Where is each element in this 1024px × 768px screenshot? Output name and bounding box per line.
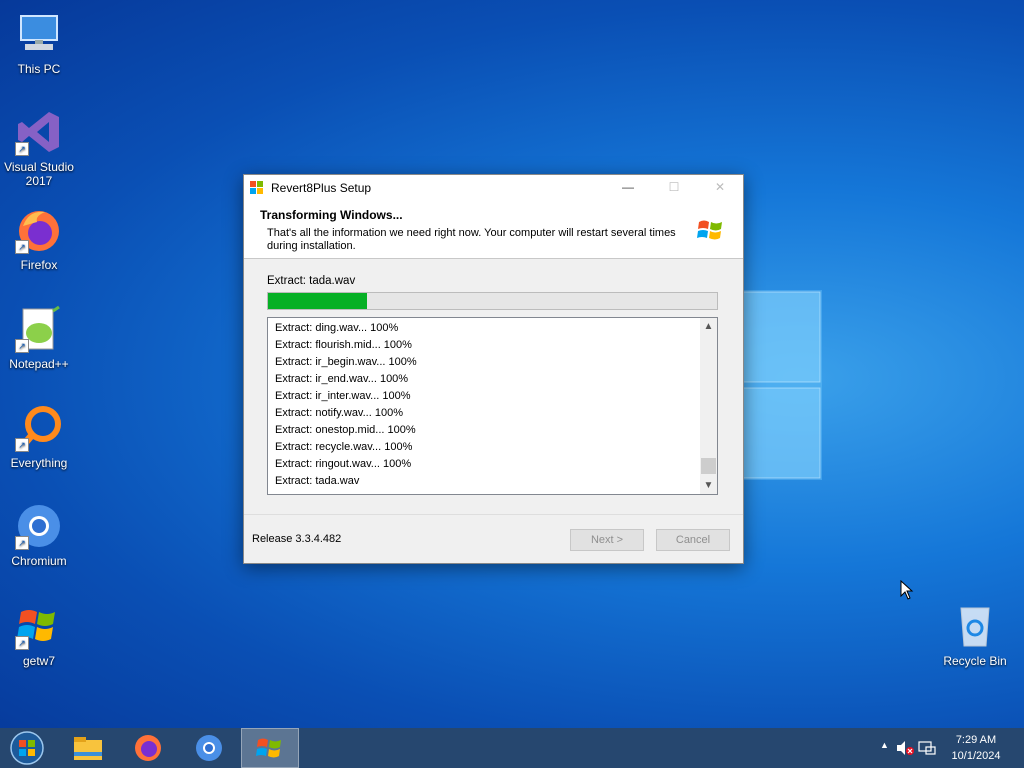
- visual-studio-icon: ↗: [15, 108, 63, 156]
- computer-icon: [15, 10, 63, 58]
- log-item: Extract: recycle.wav... 100%: [275, 441, 413, 453]
- tray-overflow-chevron-icon[interactable]: ▲: [880, 740, 889, 750]
- taskbar-firefox[interactable]: [120, 728, 176, 768]
- shortcut-arrow-icon: ↗: [15, 636, 29, 650]
- dialog-title: Revert8Plus Setup: [271, 180, 372, 195]
- icon-label: This PC: [17, 62, 61, 76]
- windows7-icon: ↗: [15, 602, 63, 650]
- taskbar: ▲ 7:29 AM 10/1/2024: [0, 728, 1024, 768]
- clock-time: 7:29 AM: [955, 734, 997, 746]
- system-tray: ▲ 7:29 AM 10/1/2024: [874, 728, 1024, 768]
- shortcut-arrow-icon: ↗: [15, 536, 29, 550]
- release-version: Release 3.3.4.482: [252, 533, 342, 545]
- shortcut-arrow-icon: ↗: [15, 438, 29, 452]
- desktop-icon-recycle-bin[interactable]: Recycle Bin: [936, 602, 1014, 668]
- cancel-button[interactable]: Cancel: [656, 529, 730, 551]
- recycle-bin-icon: [951, 602, 999, 650]
- log-item: Extract: ding.wav... 100%: [275, 322, 399, 334]
- setup-app-icon: [249, 180, 265, 196]
- start-button[interactable]: [0, 728, 54, 768]
- mouse-cursor-icon: [900, 580, 914, 600]
- network-icon[interactable]: [918, 740, 936, 756]
- shortcut-arrow-icon: ↗: [15, 142, 29, 156]
- log-item: Extract: ringout.wav... 100%: [275, 458, 412, 470]
- taskbar-clock[interactable]: 7:29 AM 10/1/2024: [946, 732, 1006, 764]
- close-button: ✕: [714, 180, 726, 194]
- install-log-list[interactable]: Extract: ding.wav... 100% Extract: flouri…: [267, 317, 718, 495]
- taskbar-setup-active[interactable]: [241, 728, 299, 768]
- notepadpp-icon: ↗: [15, 305, 63, 353]
- desktop-icon-chromium[interactable]: ↗ Chromium: [0, 502, 78, 568]
- taskbar-chromium[interactable]: [181, 728, 237, 768]
- chromium-icon: ↗: [15, 502, 63, 550]
- desktop-icon-visual-studio[interactable]: ↗ Visual Studio 2017: [0, 108, 78, 188]
- log-item: Extract: flourish.mid... 100%: [275, 339, 412, 351]
- scroll-thumb[interactable]: [701, 458, 716, 474]
- desktop-icon-firefox[interactable]: ↗ Firefox: [0, 206, 78, 272]
- log-item: Extract: ir_begin.wav... 100%: [275, 356, 417, 368]
- dialog-footer: Release 3.3.4.482 Next > Cancel: [244, 514, 743, 563]
- file-explorer-icon: [74, 737, 102, 760]
- setup-icon: [256, 738, 281, 758]
- current-action-label: Extract: tada.wav: [267, 275, 356, 287]
- install-progress-bar: [267, 292, 718, 310]
- scroll-down-icon[interactable]: ▼: [700, 477, 717, 494]
- volume-muted-icon[interactable]: [896, 740, 914, 756]
- icon-label: Recycle Bin: [943, 654, 1007, 668]
- clock-date: 10/1/2024: [951, 750, 1001, 762]
- icon-label: Chromium: [11, 554, 67, 568]
- icon-label: getw7: [22, 654, 56, 668]
- header-title: Transforming Windows...: [260, 208, 403, 222]
- next-button[interactable]: Next >: [570, 529, 644, 551]
- log-items: Extract: ding.wav... 100% Extract: flouri…: [275, 320, 417, 490]
- desktop-icon-getw7[interactable]: ↗ getw7: [0, 602, 78, 668]
- progress-fill: [268, 293, 367, 309]
- maximize-button: ☐: [668, 180, 680, 194]
- shortcut-arrow-icon: ↗: [15, 339, 29, 353]
- everything-icon: ↗: [15, 404, 63, 452]
- log-item: Extract: notify.wav... 100%: [275, 407, 403, 419]
- dialog-body: Extract: tada.wav Extract: ding.wav... 1…: [244, 259, 743, 513]
- setup-dialog: Revert8Plus Setup — ☐ ✕ Transforming Win…: [243, 174, 744, 564]
- log-scrollbar[interactable]: ▲ ▼: [700, 318, 717, 494]
- desktop-icon-this-pc[interactable]: This PC: [0, 10, 78, 76]
- icon-label: Notepad++: [9, 357, 69, 371]
- start-orb-icon: [10, 731, 44, 765]
- log-item: Extract: ir_inter.wav... 100%: [275, 390, 411, 402]
- minimize-button[interactable]: —: [605, 175, 651, 200]
- icon-label: Everything: [10, 456, 68, 470]
- desktop-icon-notepadpp[interactable]: ↗ Notepad++: [0, 305, 78, 371]
- log-item: Extract: onestop.mid... 100%: [275, 424, 416, 436]
- desktop-icon-everything[interactable]: ↗ Everything: [0, 404, 78, 470]
- chromium-icon: [196, 735, 222, 761]
- icon-label: Visual Studio 2017: [4, 160, 74, 188]
- firefox-icon: [135, 735, 161, 761]
- icon-label: Firefox: [20, 258, 58, 272]
- log-item: Extract: tada.wav: [275, 475, 360, 487]
- scroll-up-icon[interactable]: ▲: [700, 318, 717, 335]
- firefox-icon: ↗: [15, 206, 63, 254]
- dialog-titlebar[interactable]: Revert8Plus Setup — ☐ ✕: [244, 175, 743, 200]
- taskbar-file-explorer[interactable]: [60, 728, 116, 768]
- dialog-header: Transforming Windows... That's all the i…: [244, 200, 743, 259]
- shortcut-arrow-icon: ↗: [15, 240, 29, 254]
- header-subtitle: That's all the information we need right…: [267, 227, 676, 252]
- log-item: Extract: ir_end.wav... 100%: [275, 373, 409, 385]
